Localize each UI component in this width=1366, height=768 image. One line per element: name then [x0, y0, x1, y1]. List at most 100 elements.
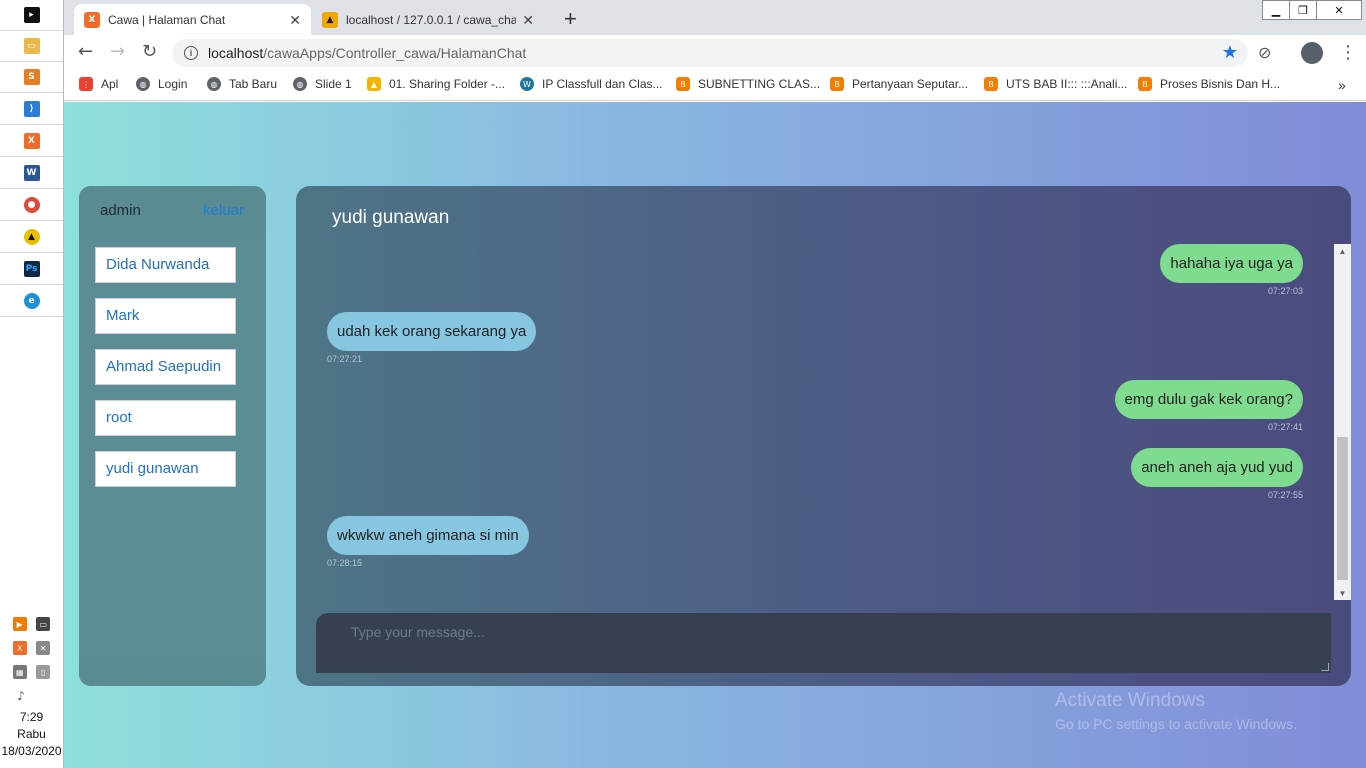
- scroll-down-icon[interactable]: ▼: [1334, 586, 1351, 600]
- taskbar-file-explorer[interactable]: ▭: [0, 31, 63, 62]
- logout-link[interactable]: keluar: [203, 202, 244, 219]
- xampp-icon: X: [23, 133, 40, 149]
- bookmark-star-icon[interactable]: ★: [1222, 42, 1238, 63]
- message-time: 07:27:41: [1267, 422, 1303, 432]
- taskbar-app[interactable]: ▲: [0, 222, 63, 253]
- tab-phpmyadmin[interactable]: ▲ localhost / 127.0.0.1 / cawa_chat ✕: [312, 4, 544, 35]
- close-window-button[interactable]: ✕: [1316, 0, 1362, 20]
- bookmarks-bar: ⋮ Apl ◍ Login ◍ Tab Baru ◍ Slide 1 ▲ 01. Shar…: [64, 69, 1366, 101]
- bookmark-login[interactable]: ◍ Login: [136, 77, 187, 91]
- message-incoming: wkwkw aneh gimana si min 07:28:15: [327, 516, 529, 568]
- bookmark-uts-bab[interactable]: B UTS BAB II::: :::Anali...: [984, 77, 1127, 91]
- blogger-icon: B: [984, 77, 998, 91]
- contact-root[interactable]: root: [95, 400, 236, 436]
- new-tab-button[interactable]: +: [564, 6, 577, 32]
- google-drive-icon: ▲: [367, 77, 381, 91]
- profile-avatar[interactable]: [1301, 42, 1323, 64]
- blocked-icon[interactable]: ⊘: [1258, 43, 1271, 62]
- taskbar-photoshop[interactable]: Ps: [0, 254, 63, 285]
- phpmyadmin-favicon-icon: ▲: [322, 11, 338, 28]
- system-tray: ▶ ▭ X ✕ ▦ ▯ ♪: [0, 612, 63, 708]
- clock-date[interactable]: 18/03/2020: [0, 744, 63, 758]
- message-bubble: emg dulu gak kek orang?: [1114, 380, 1303, 419]
- bookmark-pertanyaan[interactable]: B Pertanyaan Seputar...: [830, 77, 968, 91]
- app-icon: ▲: [23, 229, 40, 245]
- message-bubble: hahaha iya uga ya: [1160, 244, 1303, 283]
- media-icon[interactable]: ▶: [12, 617, 27, 631]
- current-user: admin: [100, 201, 141, 219]
- taskbar-xampp[interactable]: X: [0, 126, 63, 157]
- vscode-icon: ⟩: [23, 101, 40, 117]
- reload-icon[interactable]: ↻: [142, 41, 157, 62]
- sublime-text-icon: S: [23, 69, 40, 85]
- url-host: localhost: [208, 45, 264, 61]
- close-icon[interactable]: ✕: [289, 12, 301, 29]
- minimize-button[interactable]: ▁: [1262, 0, 1290, 20]
- scroll-up-icon[interactable]: ▲: [1334, 244, 1351, 258]
- taskbar-chrome[interactable]: ●: [0, 190, 63, 221]
- security-icon[interactable]: ▦: [12, 665, 27, 679]
- photoshop-icon: Ps: [23, 261, 40, 277]
- blogger-icon: B: [1138, 77, 1152, 91]
- info-icon[interactable]: i: [184, 46, 198, 60]
- message-outgoing: emg dulu gak kek orang? 07:27:41: [1114, 380, 1303, 432]
- network-error-icon[interactable]: ✕: [36, 641, 51, 655]
- more-bookmarks-icon[interactable]: »: [1338, 77, 1346, 93]
- contact-ahmad-saepudin[interactable]: Ahmad Saepudin: [95, 349, 236, 385]
- globe-icon: ◍: [207, 77, 221, 91]
- chrome-icon: ●: [23, 197, 40, 213]
- clock-day[interactable]: Rabu: [0, 727, 63, 741]
- address-bar[interactable]: i localhost/cawaApps/Controller_cawa/Hal…: [172, 39, 1248, 67]
- bookmark-label: Proses Bisnis Dan H...: [1160, 77, 1281, 91]
- back-arrow-icon[interactable]: ←: [78, 41, 93, 62]
- taskbar-internet-explorer[interactable]: e: [0, 286, 63, 317]
- contacts-sidebar: admin keluar Dida Nurwanda Mark Ahmad Sa…: [79, 186, 266, 686]
- message-list[interactable]: hahaha iya uga ya 07:27:03 udah kek oran…: [296, 244, 1334, 600]
- tab-title: Cawa | Halaman Chat: [108, 12, 226, 27]
- bookmark-sharing-folder[interactable]: ▲ 01. Sharing Folder -...: [367, 77, 505, 91]
- bookmark-label: 01. Sharing Folder -...: [389, 77, 506, 91]
- resize-handle-icon[interactable]: [1321, 663, 1329, 671]
- blogger-icon: B: [830, 77, 844, 91]
- message-time: 07:27:03: [1267, 286, 1303, 296]
- bookmark-ip-classfull[interactable]: W IP Classfull dan Clas...: [520, 77, 663, 91]
- contact-dida-nurwanda[interactable]: Dida Nurwanda: [95, 247, 236, 283]
- restore-button[interactable]: ❐: [1289, 0, 1317, 20]
- bookmark-proses-bisnis[interactable]: B Proses Bisnis Dan H...: [1138, 77, 1280, 91]
- scrollbar-thumb[interactable]: [1337, 437, 1348, 580]
- tab-cawa-chat[interactable]: X Cawa | Halaman Chat ✕: [74, 4, 311, 35]
- watermark-subtitle: Go to PC settings to activate Windows.: [1055, 716, 1297, 732]
- taskbar-terminal[interactable]: ▸: [0, 0, 63, 31]
- tab-strip: X Cawa | Halaman Chat ✕ ▲ localhost / 12…: [64, 0, 1366, 35]
- taskbar-vscode[interactable]: ⟩: [0, 94, 63, 125]
- network-icon[interactable]: ▭: [36, 617, 51, 631]
- forward-arrow-icon[interactable]: →: [110, 41, 125, 62]
- message-input[interactable]: Type your message...: [316, 613, 1331, 673]
- contact-mark[interactable]: Mark: [95, 298, 236, 334]
- message-incoming: udah kek orang sekarang ya 07:27:21: [327, 312, 537, 364]
- bookmark-slide-1[interactable]: ◍ Slide 1: [293, 77, 352, 91]
- globe-icon: ◍: [293, 77, 307, 91]
- volume-icon[interactable]: ♪: [14, 689, 28, 703]
- clock-time[interactable]: 7:29: [0, 710, 63, 724]
- contact-yudi-gunawan[interactable]: yudi gunawan: [95, 451, 236, 487]
- bookmark-label: UTS BAB II::: :::Anali...: [1006, 77, 1128, 91]
- bookmark-subnetting[interactable]: B SUBNETTING CLAS...: [676, 77, 820, 91]
- globe-icon: ◍: [136, 77, 150, 91]
- bookmark-label: Login: [158, 77, 188, 91]
- message-scrollbar[interactable]: ▲ ▼: [1334, 244, 1351, 600]
- taskbar-sublime-text[interactable]: S: [0, 62, 63, 93]
- bookmark-apps[interactable]: ⋮ Apl: [79, 77, 118, 91]
- taskbar-word[interactable]: W: [0, 158, 63, 189]
- close-icon[interactable]: ✕: [522, 12, 534, 29]
- bookmark-tab-baru[interactable]: ◍ Tab Baru: [207, 77, 277, 91]
- xampp-tray-icon[interactable]: X: [12, 641, 27, 655]
- message-outgoing: aneh aneh aja yud yud 07:27:55: [1131, 448, 1303, 500]
- menu-dots-icon[interactable]: ⋮: [1339, 42, 1357, 63]
- message-time: 07:28:15: [327, 558, 363, 568]
- sidebar-footer: [79, 662, 266, 686]
- battery-icon[interactable]: ▯: [36, 665, 51, 679]
- chat-panel: yudi gunawan hahaha iya uga ya 07:27:03 …: [296, 186, 1351, 686]
- message-time: 07:27:55: [1267, 490, 1303, 500]
- page-content: admin keluar Dida Nurwanda Mark Ahmad Sa…: [64, 102, 1366, 768]
